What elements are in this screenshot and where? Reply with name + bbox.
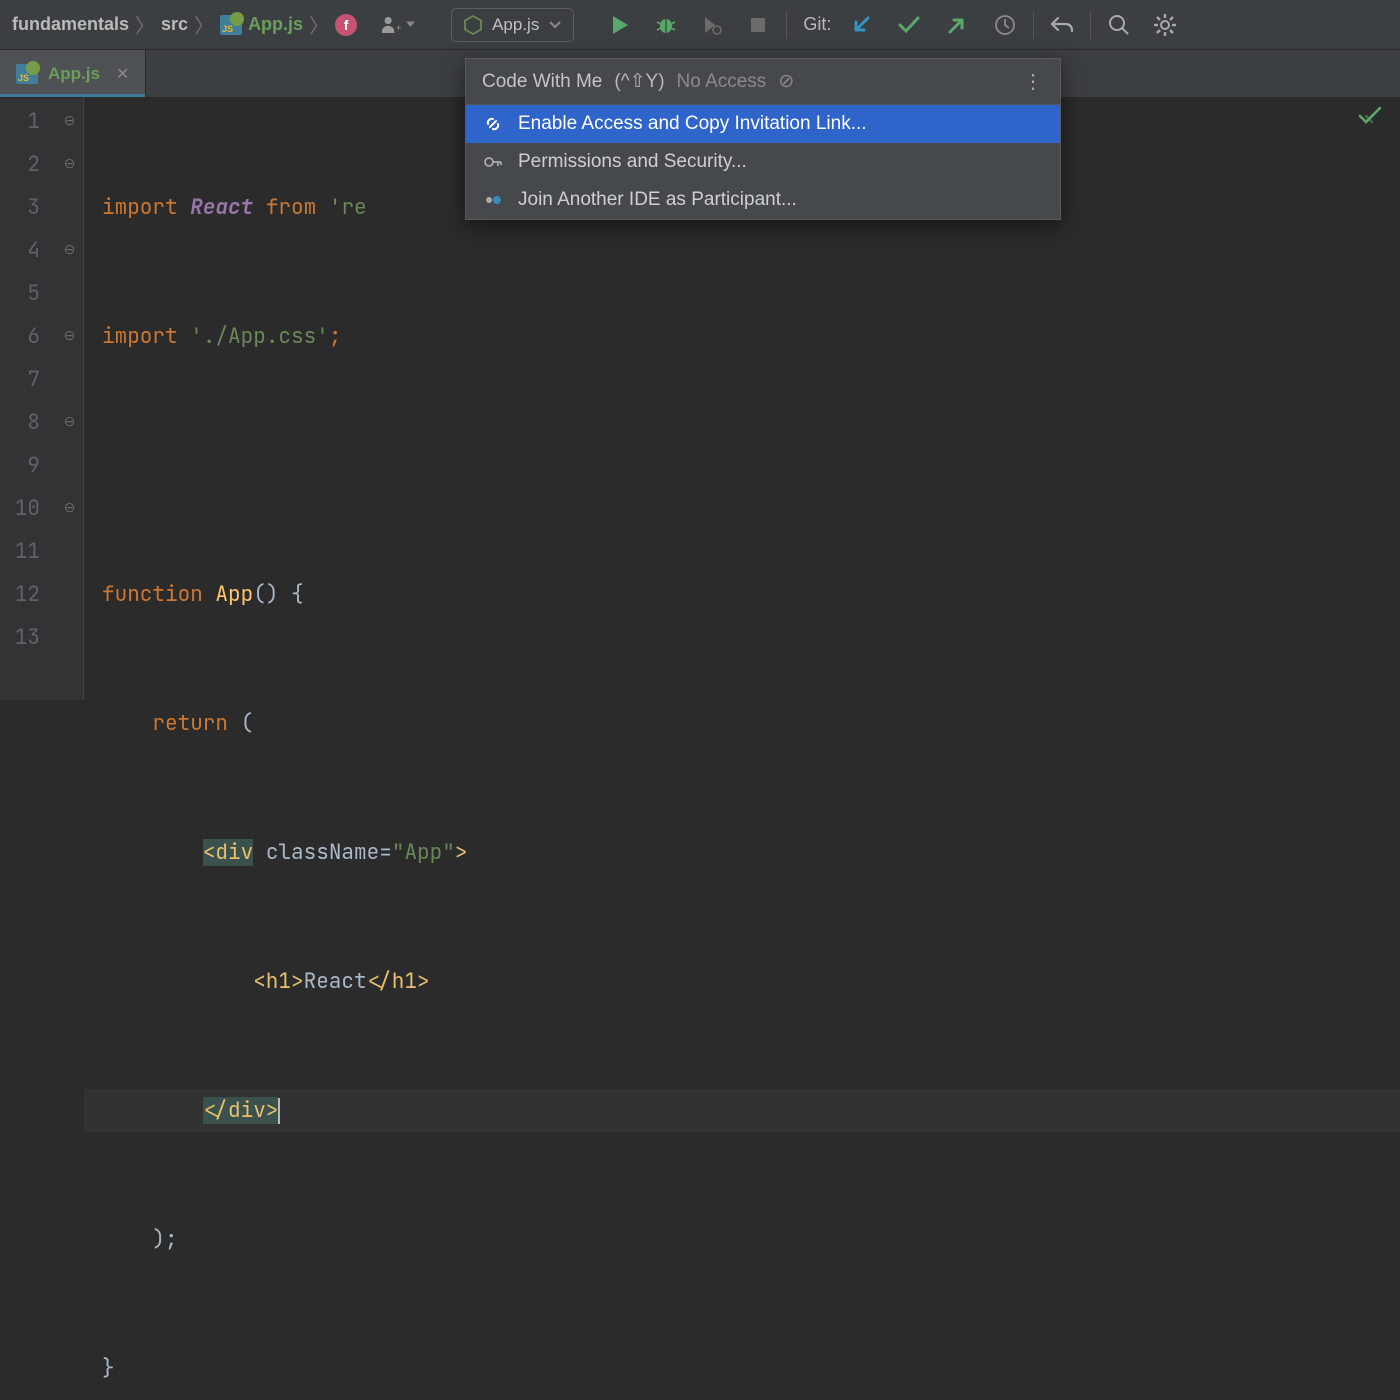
join-icon (482, 190, 504, 210)
code-with-me-button[interactable]: + (381, 12, 415, 38)
line-number: 6 (0, 315, 40, 358)
tab-label: App.js (48, 64, 100, 84)
run-button[interactable] (606, 11, 634, 39)
popup-header: Code With Me (^⇧Y) No Access ⊘ ⋮ (466, 59, 1060, 104)
breadcrumb-folder[interactable]: src (161, 14, 188, 35)
popup-status: No Access (677, 71, 767, 93)
toolbar-divider (1090, 11, 1091, 39)
breadcrumb-file-label: App.js (248, 14, 303, 35)
toolbar-divider (1033, 11, 1034, 39)
more-icon[interactable]: ⋮ (1023, 69, 1044, 94)
line-number: 11 (0, 530, 40, 573)
inspection-ok-icon[interactable] (1358, 106, 1382, 126)
line-number: 8 (0, 401, 40, 444)
run-coverage-button[interactable] (698, 11, 726, 39)
nodejs-icon (464, 15, 482, 35)
menu-enable-access[interactable]: Enable Access and Copy Invitation Link..… (466, 105, 1060, 143)
popup-title: Code With Me (482, 71, 602, 93)
line-number: 3 (0, 186, 40, 229)
js-file-icon: JS (16, 64, 38, 84)
breadcrumbs: fundamentals 〉 src 〉 JS App.js 〉 f (12, 10, 357, 39)
line-number: 7 (0, 358, 40, 401)
search-button[interactable] (1105, 11, 1133, 39)
settings-button[interactable] (1151, 11, 1179, 39)
breadcrumb-project[interactable]: fundamentals (12, 14, 129, 35)
line-number: 4 (0, 229, 40, 272)
fold-gutter: ⊖ ⊖ ⊖ ⊖ ⊖ ⊖ (56, 98, 84, 700)
git-label: Git: (803, 14, 831, 35)
js-file-icon: JS (220, 15, 242, 35)
stop-button (744, 11, 772, 39)
git-commit-button[interactable] (895, 11, 923, 39)
fold-toggle[interactable]: ⊖ (56, 143, 83, 186)
fold-toggle[interactable]: ⊖ (56, 401, 83, 444)
menu-item-label: Permissions and Security... (518, 151, 747, 173)
line-number: 1 (0, 100, 40, 143)
chevron-right-icon: 〉 (133, 10, 157, 39)
toolbar-divider (786, 11, 787, 39)
tab-appjs[interactable]: JS App.js ✕ (0, 50, 146, 97)
chevron-down-icon (406, 21, 415, 29)
link-icon (482, 114, 504, 134)
run-config-selector[interactable]: App.js (451, 8, 574, 42)
fold-toggle[interactable]: ⊖ (56, 229, 83, 272)
line-number: 13 (0, 616, 40, 659)
code-with-me-popup: Code With Me (^⇧Y) No Access ⊘ ⋮ Enable … (465, 58, 1061, 220)
line-number: 10 (0, 487, 40, 530)
menu-permissions[interactable]: Permissions and Security... (466, 143, 1060, 181)
git-update-button[interactable] (847, 11, 875, 39)
line-number: 2 (0, 143, 40, 186)
function-icon: f (335, 14, 357, 36)
chevron-down-icon (549, 21, 561, 29)
git-history-button[interactable] (991, 11, 1019, 39)
chevron-right-icon: 〉 (192, 10, 216, 39)
close-icon[interactable]: ✕ (116, 64, 129, 84)
menu-item-label: Enable Access and Copy Invitation Link..… (518, 113, 867, 135)
text-caret (278, 1098, 280, 1124)
fold-toggle[interactable]: ⊖ (56, 315, 83, 358)
menu-item-label: Join Another IDE as Participant... (518, 189, 797, 211)
fold-toggle[interactable]: ⊖ (56, 100, 83, 143)
toolbar: fundamentals 〉 src 〉 JS App.js 〉 f + App… (0, 0, 1400, 50)
svg-text:+: + (396, 23, 401, 33)
key-icon (482, 152, 504, 172)
line-number: 5 (0, 272, 40, 315)
fold-toggle[interactable]: ⊖ (56, 487, 83, 530)
line-number: 12 (0, 573, 40, 616)
chevron-right-icon: 〉 (307, 10, 331, 39)
undo-button[interactable] (1048, 11, 1076, 39)
breadcrumb-function[interactable]: f (335, 14, 357, 36)
git-push-button[interactable] (943, 11, 971, 39)
run-config-label: App.js (492, 15, 539, 35)
line-number: 9 (0, 444, 40, 487)
line-number-gutter: 1 2 3 4 5 6 7 8 9 10 11 12 13 (0, 98, 56, 700)
debug-button[interactable] (652, 11, 680, 39)
breadcrumb-file[interactable]: JS App.js (220, 14, 303, 35)
menu-join-ide[interactable]: Join Another IDE as Participant... (466, 181, 1060, 219)
no-access-icon: ⊘ (778, 70, 794, 93)
popup-shortcut: (^⇧Y) (614, 70, 664, 93)
